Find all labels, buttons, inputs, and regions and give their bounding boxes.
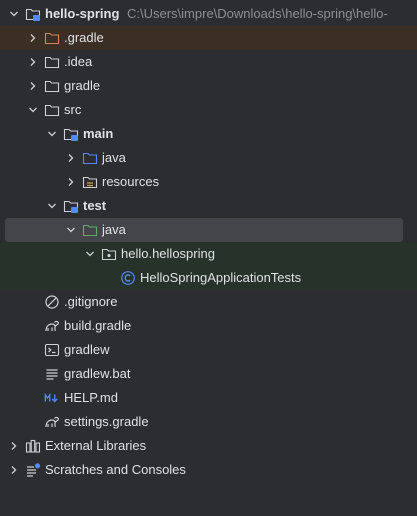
chevron-down-icon[interactable] bbox=[63, 218, 79, 242]
folder-icon bbox=[44, 98, 60, 122]
package-icon bbox=[101, 242, 117, 266]
tree-label: External Libraries bbox=[45, 438, 147, 453]
tree-row-project-root[interactable]: hello-spring C:\Users\impre\Downloads\he… bbox=[0, 2, 417, 26]
chevron-right-icon[interactable] bbox=[6, 458, 22, 482]
tree-row-gitignore[interactable]: .gitignore bbox=[0, 290, 417, 314]
tree-label: gradle bbox=[64, 78, 101, 93]
resources-folder-icon bbox=[82, 170, 98, 194]
tree-label: HelloSpringApplicationTests bbox=[140, 270, 302, 285]
chevron-right-icon[interactable] bbox=[25, 26, 41, 50]
tree-label: gradlew bbox=[64, 342, 110, 357]
tree-row-help-md[interactable]: HELP.md bbox=[0, 386, 417, 410]
chevron-right-icon[interactable] bbox=[63, 170, 79, 194]
tree-label: main bbox=[83, 126, 114, 141]
tree-row-gradle[interactable]: gradle bbox=[0, 74, 417, 98]
tree-label: .gitignore bbox=[64, 294, 118, 309]
markdown-icon bbox=[44, 386, 60, 410]
tree-label: resources bbox=[102, 174, 160, 189]
tree-label: Scratches and Consoles bbox=[45, 462, 186, 477]
test-folder-icon bbox=[82, 218, 98, 242]
project-name: hello-spring bbox=[45, 6, 120, 21]
tree-label: .idea bbox=[64, 54, 93, 69]
text-file-icon bbox=[44, 362, 60, 386]
tree-row-scratches[interactable]: Scratches and Consoles bbox=[0, 458, 417, 482]
tree-row-test-class[interactable]: HelloSpringApplicationTests bbox=[0, 266, 417, 290]
module-folder-icon bbox=[63, 194, 79, 218]
chevron-right-icon[interactable] bbox=[63, 146, 79, 170]
gitignore-icon bbox=[44, 290, 60, 314]
chevron-down-icon[interactable] bbox=[25, 98, 41, 122]
chevron-right-icon[interactable] bbox=[25, 50, 41, 74]
source-folder-icon bbox=[82, 146, 98, 170]
tree-row-idea[interactable]: .idea bbox=[0, 50, 417, 74]
tree-row-gradle-hidden[interactable]: .gradle bbox=[0, 26, 417, 50]
project-path: C:\Users\impre\Downloads\hello-spring\he… bbox=[127, 6, 388, 21]
tree-row-build-gradle[interactable]: build.gradle bbox=[0, 314, 417, 338]
tree-label: HELP.md bbox=[64, 390, 118, 405]
tree-row-src[interactable]: src bbox=[0, 98, 417, 122]
chevron-right-icon[interactable] bbox=[6, 434, 22, 458]
class-icon bbox=[120, 266, 136, 290]
tree-label: java bbox=[102, 222, 126, 237]
tree-row-test[interactable]: test bbox=[0, 194, 417, 218]
chevron-down-icon[interactable] bbox=[44, 122, 60, 146]
project-tree: hello-spring C:\Users\impre\Downloads\he… bbox=[0, 2, 417, 482]
gradle-icon bbox=[44, 410, 60, 434]
tree-row-gradlew[interactable]: gradlew bbox=[0, 338, 417, 362]
tree-row-main[interactable]: main bbox=[0, 122, 417, 146]
chevron-down-icon[interactable] bbox=[44, 194, 60, 218]
tree-label: settings.gradle bbox=[64, 414, 149, 429]
libraries-icon bbox=[25, 434, 41, 458]
folder-icon bbox=[44, 74, 60, 98]
terminal-script-icon bbox=[44, 338, 60, 362]
tree-label: test bbox=[83, 198, 107, 213]
gradle-icon bbox=[44, 314, 60, 338]
tree-row-main-java[interactable]: java bbox=[0, 146, 417, 170]
tree-row-package[interactable]: hello.hellospring bbox=[0, 242, 417, 266]
scratches-icon bbox=[25, 458, 41, 482]
chevron-down-icon[interactable] bbox=[6, 2, 22, 26]
tree-row-gradlew-bat[interactable]: gradlew.bat bbox=[0, 362, 417, 386]
tree-row-test-java[interactable]: java bbox=[5, 218, 403, 242]
folder-icon bbox=[44, 50, 60, 74]
module-folder-icon bbox=[63, 122, 79, 146]
module-folder-icon bbox=[25, 2, 41, 26]
tree-label: .gradle bbox=[64, 30, 104, 45]
tree-label: build.gradle bbox=[64, 318, 132, 333]
chevron-right-icon[interactable] bbox=[25, 74, 41, 98]
tree-label: java bbox=[102, 150, 126, 165]
tree-row-settings-gradle[interactable]: settings.gradle bbox=[0, 410, 417, 434]
chevron-down-icon[interactable] bbox=[82, 242, 98, 266]
tree-label: gradlew.bat bbox=[64, 366, 131, 381]
tree-label: hello.hellospring bbox=[121, 246, 215, 261]
tree-row-external-libraries[interactable]: External Libraries bbox=[0, 434, 417, 458]
tree-label: src bbox=[64, 102, 82, 117]
tree-row-resources[interactable]: resources bbox=[0, 170, 417, 194]
folder-icon bbox=[44, 26, 60, 50]
